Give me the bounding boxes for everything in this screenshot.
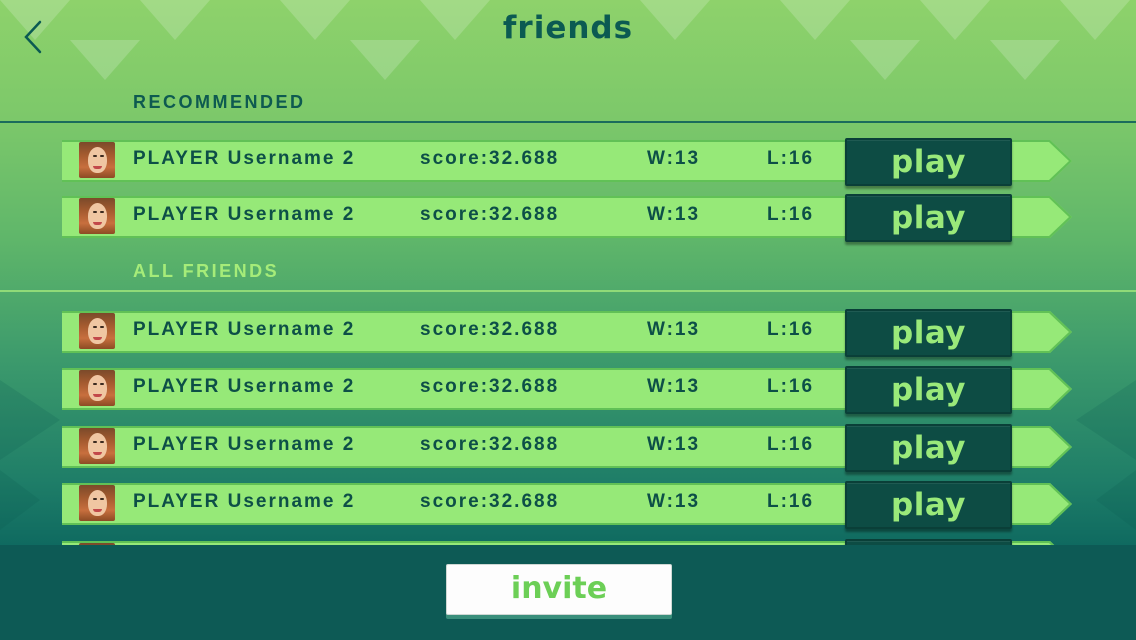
friend-row: PLAYER Username 2 score:32.688 W:13 L:16… (62, 194, 1074, 242)
friend-row: PLAYER Username 2 score:32.688 W:13 L:16… (62, 366, 1074, 414)
page-title: friends (502, 10, 634, 46)
player-losses: L:16 (767, 319, 815, 340)
avatar (79, 485, 115, 521)
player-name: PLAYER Username 2 (133, 319, 356, 340)
play-button[interactable]: play (845, 424, 1012, 472)
player-losses: L:16 (767, 376, 815, 397)
avatar (79, 428, 115, 464)
section-label-recommended: RECOMMENDED (133, 92, 306, 112)
play-button[interactable]: play (845, 366, 1012, 414)
avatar (79, 198, 115, 234)
player-losses: L:16 (767, 148, 815, 169)
play-button[interactable]: play (845, 138, 1012, 186)
play-button[interactable]: play (845, 194, 1012, 242)
player-wins: W:13 (647, 319, 701, 340)
player-name: PLAYER Username 2 (133, 434, 356, 455)
invite-button[interactable]: invite (446, 564, 672, 615)
friend-row: PLAYER Username 2 score:32.688 W:13 L:16… (62, 424, 1074, 472)
avatar (79, 142, 115, 178)
player-wins: W:13 (647, 434, 701, 455)
player-score: score:32.688 (420, 491, 560, 512)
friend-row: PLAYER Username 2 score:32.688 W:13 L:16… (62, 481, 1074, 529)
player-losses: L:16 (767, 491, 815, 512)
play-button[interactable]: play (845, 309, 1012, 357)
avatar (79, 313, 115, 349)
player-name: PLAYER Username 2 (133, 148, 356, 169)
friend-row: PLAYER Username 2 score:32.688 W:13 L:16… (62, 138, 1074, 186)
player-score: score:32.688 (420, 319, 560, 340)
friend-row: PLAYER Username 2 score:32.688 W:13 L:16… (62, 309, 1074, 357)
player-score: score:32.688 (420, 376, 560, 397)
avatar (79, 370, 115, 406)
player-name: PLAYER Username 2 (133, 376, 356, 397)
player-name: PLAYER Username 2 (133, 491, 356, 512)
player-wins: W:13 (647, 491, 701, 512)
player-score: score:32.688 (420, 148, 560, 169)
player-losses: L:16 (767, 434, 815, 455)
play-button[interactable]: play (845, 481, 1012, 529)
divider-recommended (0, 121, 1136, 123)
player-wins: W:13 (647, 204, 701, 225)
player-losses: L:16 (767, 204, 815, 225)
player-wins: W:13 (647, 148, 701, 169)
player-score: score:32.688 (420, 204, 560, 225)
player-wins: W:13 (647, 376, 701, 397)
player-name: PLAYER Username 2 (133, 204, 356, 225)
player-score: score:32.688 (420, 434, 560, 455)
friends-list[interactable]: PLAYER Username 2 score:32.688 W:13 L:16… (0, 130, 1136, 546)
